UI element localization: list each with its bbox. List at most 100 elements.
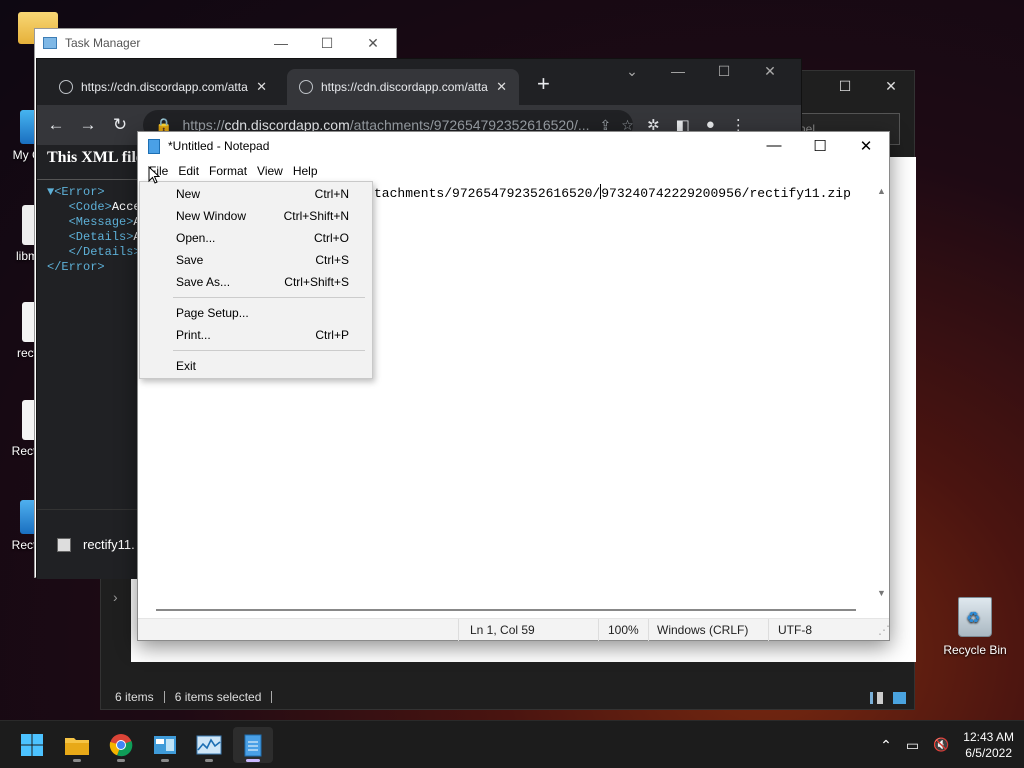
chevron-right-icon[interactable]: › bbox=[113, 589, 118, 605]
taskbar-chrome[interactable] bbox=[101, 727, 141, 763]
status-divider bbox=[458, 619, 459, 641]
horizontal-scrollbar[interactable] bbox=[138, 604, 876, 616]
menu-item-exit[interactable]: Exit bbox=[140, 355, 372, 377]
minimize-icon[interactable]: — bbox=[258, 35, 304, 52]
menu-item-save-as[interactable]: Save As... Ctrl+Shift+S bbox=[140, 271, 372, 293]
close-icon[interactable]: ✕ bbox=[868, 78, 914, 95]
maximize-icon[interactable]: ☐ bbox=[304, 35, 350, 52]
menu-format[interactable]: Format bbox=[204, 161, 252, 181]
scroll-down-icon[interactable]: ▼ bbox=[877, 588, 886, 598]
view-toggle bbox=[870, 692, 906, 704]
menu-separator bbox=[173, 297, 365, 298]
menu-help[interactable]: Help bbox=[288, 161, 323, 181]
tiles-view-icon[interactable] bbox=[893, 692, 906, 704]
download-filename: rectify11. bbox=[83, 537, 135, 552]
notepad-title: *Untitled - Notepad bbox=[168, 139, 270, 153]
windows-start-icon bbox=[21, 734, 43, 756]
selected-count: 6 items selected bbox=[174, 690, 262, 704]
xml-line: <Code>Acce bbox=[61, 200, 141, 214]
globe-icon bbox=[59, 80, 73, 94]
minimize-icon[interactable]: — bbox=[655, 63, 701, 80]
explorer-status-bar: 6 items 6 items selected bbox=[115, 690, 273, 704]
menu-item-new[interactable]: New Ctrl+N bbox=[140, 183, 372, 205]
start-button[interactable] bbox=[12, 727, 52, 763]
maximize-icon[interactable]: ☐ bbox=[822, 78, 868, 95]
menu-view[interactable]: View bbox=[252, 161, 288, 181]
file-menu-dropdown: New Ctrl+N New Window Ctrl+Shift+N Open...… bbox=[139, 181, 373, 379]
tab-title: https://cdn.discordapp.com/attac bbox=[81, 80, 249, 94]
new-tab-icon[interactable]: + bbox=[537, 71, 550, 97]
task-manager-icon bbox=[196, 735, 222, 755]
system-clock[interactable]: 12:43 AM 6/5/2022 bbox=[963, 729, 1014, 761]
network-icon[interactable]: ▭ bbox=[906, 737, 919, 754]
forward-icon[interactable]: → bbox=[79, 115, 97, 135]
status-divider bbox=[271, 691, 273, 703]
notepad-menubar: File Edit Format View Help bbox=[138, 160, 889, 182]
desktop-icon-recycle-bin[interactable]: ♻ Recycle Bin bbox=[940, 597, 1010, 657]
notepad-icon bbox=[148, 138, 160, 154]
mouse-cursor-icon bbox=[148, 166, 160, 184]
xml-line[interactable]: ▼<Error> bbox=[47, 185, 141, 200]
encoding: UTF-8 bbox=[778, 623, 812, 637]
xml-notice-heading: This XML file bbox=[47, 149, 144, 166]
resize-grip-icon[interactable]: ⋰ bbox=[878, 623, 890, 637]
taskbar: ⌃ ▭ 🔇 12:43 AM 6/5/2022 bbox=[0, 720, 1024, 768]
xml-line: <Message>A bbox=[61, 215, 141, 229]
task-manager-titlebar: Task Manager — ☐ ✕ bbox=[35, 29, 396, 57]
recycle-bin-icon: ♻ bbox=[958, 597, 992, 637]
tab-close-icon[interactable]: ✕ bbox=[496, 79, 507, 95]
desktop-icon-label: Recycle Bin bbox=[943, 643, 1007, 657]
xml-line: </Details> bbox=[61, 245, 141, 259]
task-manager-title: Task Manager bbox=[65, 36, 141, 50]
back-icon[interactable]: ← bbox=[47, 115, 65, 135]
menu-item-open[interactable]: Open... Ctrl+O bbox=[140, 227, 372, 249]
taskbar-control-panel[interactable] bbox=[145, 727, 185, 763]
taskbar-task-manager[interactable] bbox=[189, 727, 229, 763]
xml-line: <Details>A bbox=[61, 230, 141, 244]
chevron-up-icon[interactable]: ⌃ bbox=[880, 737, 892, 754]
tab-close-icon[interactable]: ✕ bbox=[256, 79, 267, 95]
close-icon[interactable]: ✕ bbox=[843, 137, 889, 155]
taskbar-notepad[interactable] bbox=[233, 727, 273, 763]
maximize-icon[interactable]: ☐ bbox=[797, 137, 843, 155]
xml-line: </Error> bbox=[47, 260, 105, 274]
menu-item-save[interactable]: Save Ctrl+S bbox=[140, 249, 372, 271]
editor-text-line: tachments/972654792352616520/97324074222… bbox=[374, 184, 851, 201]
menu-item-page-setup[interactable]: Page Setup... bbox=[140, 302, 372, 324]
chrome-window-controls: ⌄ — ☐ ✕ bbox=[609, 63, 793, 80]
scroll-up-icon[interactable]: ▲ bbox=[877, 186, 886, 196]
details-view-icon[interactable] bbox=[870, 692, 883, 704]
notepad-icon bbox=[244, 734, 262, 757]
menu-edit[interactable]: Edit bbox=[173, 161, 204, 181]
minimize-icon[interactable]: — bbox=[751, 137, 797, 155]
file-explorer-icon bbox=[65, 738, 89, 755]
tab-strip: https://cdn.discordapp.com/attac ✕ https… bbox=[37, 59, 801, 105]
chrome-icon bbox=[109, 734, 133, 757]
browser-tab-2[interactable]: https://cdn.discordapp.com/atta ✕ bbox=[287, 69, 519, 105]
menu-item-new-window[interactable]: New Window Ctrl+Shift+N bbox=[140, 205, 372, 227]
vertical-scrollbar[interactable]: ▲ ▼ bbox=[875, 182, 889, 602]
scroll-thumb[interactable] bbox=[156, 609, 856, 611]
tab-search-icon[interactable]: ⌄ bbox=[609, 63, 655, 80]
status-divider bbox=[648, 619, 649, 641]
zip-file-icon bbox=[57, 537, 71, 552]
download-item[interactable]: rectify11. bbox=[37, 509, 139, 579]
status-divider bbox=[163, 691, 165, 703]
taskbar-file-explorer[interactable] bbox=[57, 727, 97, 763]
close-icon[interactable]: ✕ bbox=[350, 35, 396, 52]
line-ending: Windows (CRLF) bbox=[657, 623, 749, 637]
menu-item-print[interactable]: Print... Ctrl+P bbox=[140, 324, 372, 346]
xml-tree: ▼<Error> <Code>Acce <Message>A <Details>… bbox=[47, 185, 141, 275]
status-divider bbox=[768, 619, 769, 641]
globe-icon bbox=[299, 80, 313, 94]
clock-time: 12:43 AM bbox=[963, 730, 1014, 744]
system-tray: ⌃ ▭ 🔇 12:43 AM 6/5/2022 bbox=[880, 721, 1014, 768]
menu-separator bbox=[173, 350, 365, 351]
browser-tab-1[interactable]: https://cdn.discordapp.com/attac ✕ bbox=[47, 69, 279, 105]
status-divider bbox=[598, 619, 599, 641]
close-icon[interactable]: ✕ bbox=[747, 63, 793, 80]
cursor-position: Ln 1, Col 59 bbox=[470, 623, 535, 637]
maximize-icon[interactable]: ☐ bbox=[701, 63, 747, 80]
volume-muted-icon[interactable]: 🔇 bbox=[933, 737, 949, 753]
reload-icon[interactable]: ↻ bbox=[111, 115, 129, 135]
